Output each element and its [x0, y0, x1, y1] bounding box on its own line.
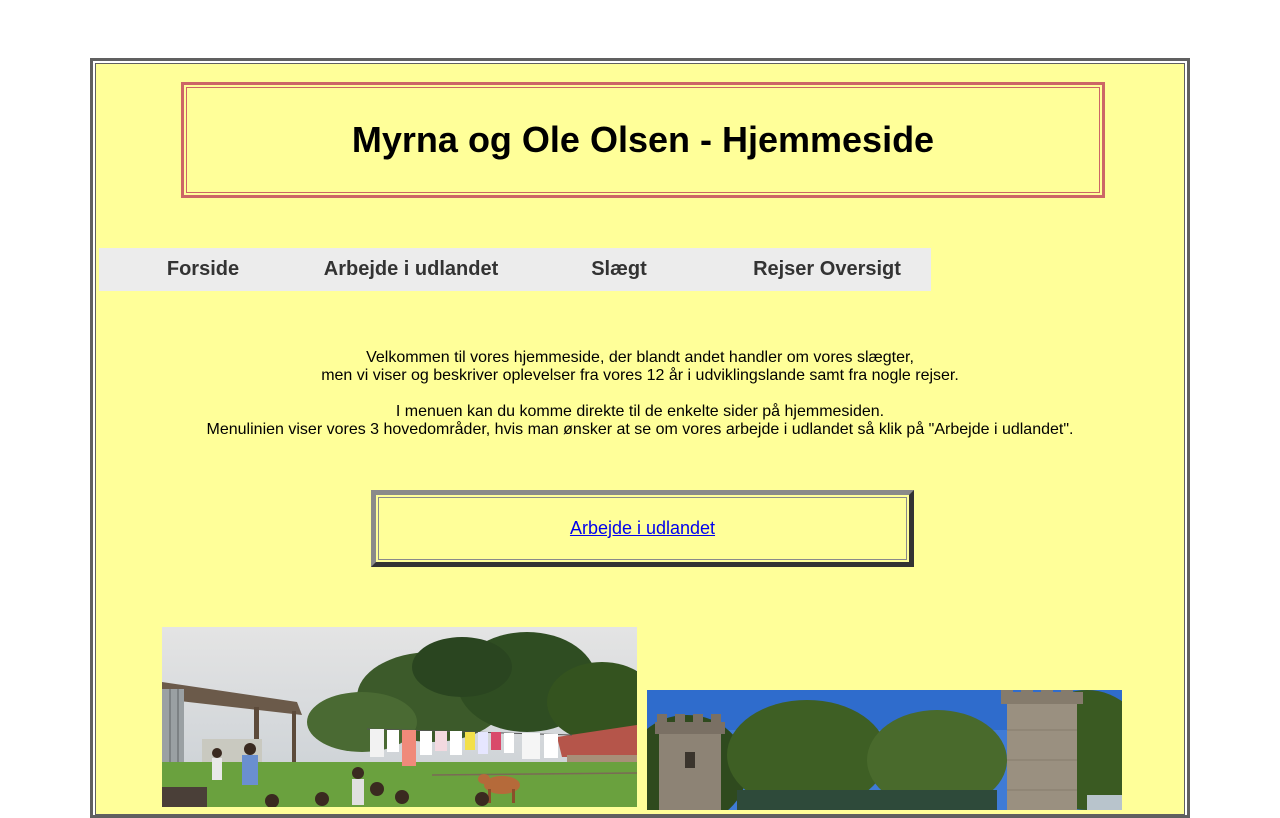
featured-link-box: Arbejde i udlandet — [371, 490, 914, 567]
nav-item-forside[interactable]: Forside — [99, 248, 307, 291]
arbejde-i-udlandet-link[interactable]: Arbejde i udlandet — [570, 518, 715, 539]
towers-photo-image — [647, 690, 1122, 810]
nav-item-arbejde-i-udlandet[interactable]: Arbejde i udlandet — [307, 248, 515, 291]
intro-text: Velkommen til vores hjemmeside, der blan… — [96, 349, 1184, 439]
intro-line: Velkommen til vores hjemmeside, der blan… — [366, 349, 914, 366]
towers-photo — [647, 690, 1122, 810]
intro-spacer — [96, 385, 1184, 403]
intro-line: men vi viser og beskriver oplevelser fra… — [321, 367, 959, 384]
title-box: Myrna og Ole Olsen - Hjemmeside — [181, 82, 1105, 198]
nav-item-slaegt[interactable]: Slægt — [515, 248, 723, 291]
title-box-inner: Myrna og Ole Olsen - Hjemmeside — [186, 87, 1100, 193]
intro-line: I menuen kan du komme direkte til de enk… — [395, 403, 885, 420]
featured-link-box-inner: Arbejde i udlandet — [378, 497, 907, 560]
nav-item-rejser-oversigt[interactable]: Rejser Oversigt — [723, 248, 931, 291]
village-photo — [162, 627, 637, 807]
content-area: Myrna og Ole Olsen - Hjemmeside Forside … — [95, 63, 1185, 815]
page-title: Myrna og Ole Olsen - Hjemmeside — [351, 119, 935, 160]
intro-line: Menulinien viser vores 3 hovedområder, h… — [206, 421, 1074, 438]
page-frame: Myrna og Ole Olsen - Hjemmeside Forside … — [90, 58, 1190, 818]
village-photo-image — [162, 627, 637, 807]
nav-menu: Forside Arbejde i udlandet Slægt Rejser … — [99, 248, 931, 291]
